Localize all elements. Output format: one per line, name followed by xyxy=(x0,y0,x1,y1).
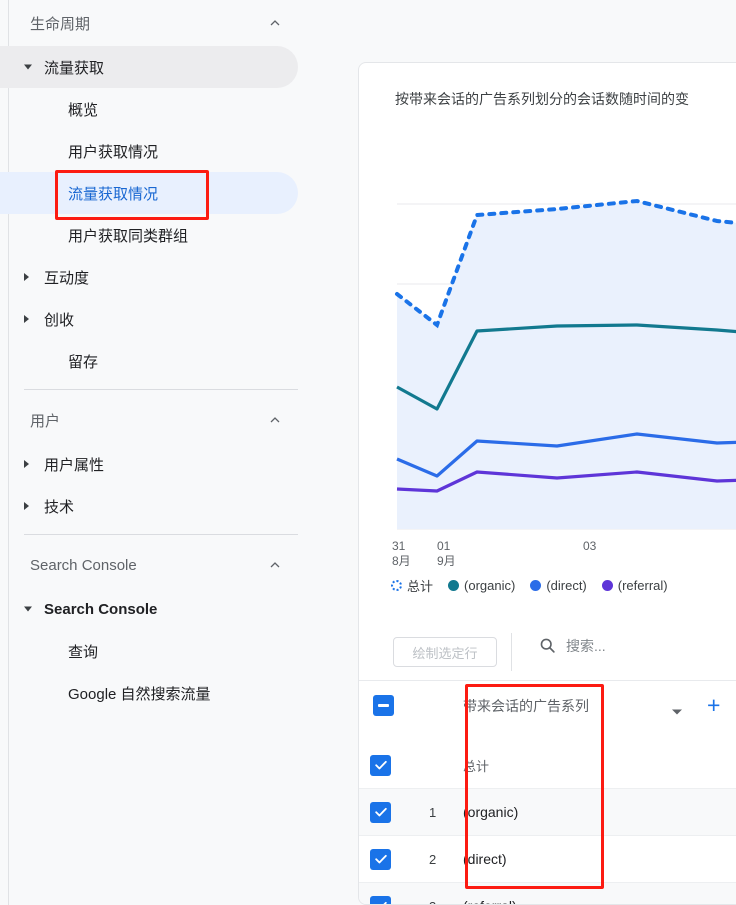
dimension-column-header[interactable]: 带来会话的广告系列 xyxy=(463,696,589,716)
sidebar-item-search-console-group[interactable]: Search Console xyxy=(0,588,298,630)
circle-icon xyxy=(448,580,460,591)
sidebar-item-label: 流量获取 xyxy=(44,59,105,77)
table-header-row: 带来会话的广告系列 + xyxy=(359,681,736,729)
report-card: 按带来会话的广告系列划分的会话数随时间的变 31 8月 01 9月 03 总计 … xyxy=(358,62,736,905)
chevron-down-icon[interactable] xyxy=(671,703,683,721)
row-checkbox[interactable] xyxy=(370,754,391,776)
x-tick-month: 9月 xyxy=(437,554,456,568)
x-tick-month: 8月 xyxy=(392,554,411,568)
row-index: 3 xyxy=(429,899,436,905)
minus-checkbox-icon[interactable] xyxy=(373,695,394,716)
toolbar-divider xyxy=(511,633,512,671)
sidebar-item-label: 用户获取情况 xyxy=(68,143,159,161)
legend-label: (referral) xyxy=(617,578,668,593)
sidebar-item-traffic-acquisition[interactable]: 流量获取情况 xyxy=(0,172,298,214)
sidebar-item-overview[interactable]: 概览 xyxy=(0,88,298,130)
sidebar-item-user-attributes-group[interactable]: 用户属性 xyxy=(0,443,298,485)
legend-item-referral[interactable]: (referral) xyxy=(601,578,668,593)
legend-label: (organic) xyxy=(464,578,516,593)
sidebar-item-tech-group[interactable]: 技术 xyxy=(0,485,298,527)
sidebar-section-label-lifecycle: 生命周期 xyxy=(30,15,91,33)
triangle-right-icon xyxy=(24,460,29,468)
sidebar-item-user-acquisition-cohorts[interactable]: 用户获取同类群组 xyxy=(0,214,298,256)
plus-icon[interactable]: + xyxy=(707,694,720,717)
triangle-right-icon xyxy=(24,502,29,510)
main-content-area: 按带来会话的广告系列划分的会话数随时间的变 31 8月 01 9月 03 总计 … xyxy=(352,0,736,905)
x-tick-day: 31 xyxy=(392,539,406,553)
legend-item-organic[interactable]: (organic) xyxy=(448,578,515,593)
row-index: 1 xyxy=(429,804,437,820)
sidebar-section-header-lifecycle[interactable]: 生命周期 xyxy=(0,0,298,46)
chevron-up-icon xyxy=(268,558,282,572)
sidebar-item-label: 概览 xyxy=(68,101,99,119)
sidebar-item-label: 创收 xyxy=(44,311,75,329)
sidebar-section-header-search-console[interactable]: Search Console xyxy=(0,542,298,588)
triangle-down-icon xyxy=(24,606,32,612)
table-row[interactable]: 1 (organic) xyxy=(359,789,736,836)
sidebar-item-traffic-acquisition-group[interactable]: 流量获取 xyxy=(0,46,298,88)
sidebar-item-label: Search Console xyxy=(44,600,158,618)
search-input[interactable] xyxy=(566,637,716,654)
table-row[interactable]: 3 (referral) xyxy=(359,883,736,905)
sidebar-item-label: Google 自然搜索流量 xyxy=(68,685,211,703)
legend-item-direct[interactable]: (direct) xyxy=(530,578,587,593)
legend-label: 总计 xyxy=(407,579,434,594)
chart-legend: 总计 (organic) (direct) (referral) xyxy=(391,576,677,595)
left-navigation-sidebar: 生命周期 流量获取 概览 用户获取情况 流量获取情况 用户获取同类群组 互动度 … xyxy=(0,0,352,905)
row-index: 2 xyxy=(429,851,437,867)
sidebar-section-label-search-console: Search Console xyxy=(30,556,137,574)
sidebar-item-monetization-group[interactable]: 创收 xyxy=(0,298,298,340)
dotted-circle-icon xyxy=(391,580,402,591)
sidebar-item-label: 互动度 xyxy=(44,269,90,287)
sidebar-item-label: 用户属性 xyxy=(44,456,105,474)
circle-icon xyxy=(530,580,542,591)
sidebar-item-engagement-group[interactable]: 互动度 xyxy=(0,256,298,298)
sidebar-item-label: 用户获取同类群组 xyxy=(68,227,189,245)
row-name: (referral) xyxy=(463,898,517,904)
search-box[interactable] xyxy=(539,637,716,654)
x-tick-day: 01 xyxy=(437,539,451,553)
table-row[interactable]: 总计 xyxy=(359,742,736,789)
sidebar-item-retention[interactable]: 留存 xyxy=(0,340,298,382)
row-checkbox[interactable] xyxy=(370,895,391,904)
triangle-right-icon xyxy=(24,273,29,281)
sidebar-item-label: 查询 xyxy=(68,643,99,661)
sidebar-item-queries[interactable]: 查询 xyxy=(0,630,298,672)
sidebar-divider xyxy=(24,389,298,390)
triangle-right-icon xyxy=(24,315,29,323)
row-name: 总计 xyxy=(463,758,490,774)
table-row[interactable]: 2 (direct) xyxy=(359,836,736,883)
x-tick-day: 03 xyxy=(583,539,597,553)
search-icon xyxy=(539,637,556,654)
sidebar-item-user-acquisition[interactable]: 用户获取情况 xyxy=(0,130,298,172)
plot-selected-rows-button[interactable]: 绘制选定行 xyxy=(393,637,497,667)
circle-icon xyxy=(601,580,613,591)
chart-svg xyxy=(395,198,736,530)
chart-title: 按带来会话的广告系列划分的会话数随时间的变 xyxy=(395,91,689,107)
chart-area-fill xyxy=(397,201,736,529)
sidebar-item-google-organic-search-traffic[interactable]: Google 自然搜索流量 xyxy=(0,672,298,714)
legend-item-total[interactable]: 总计 xyxy=(391,576,433,595)
app-root: 生命周期 流量获取 概览 用户获取情况 流量获取情况 用户获取同类群组 互动度 … xyxy=(0,0,736,905)
row-name: (direct) xyxy=(463,851,507,867)
triangle-down-icon xyxy=(24,64,32,70)
table-toolbar: 绘制选定行 xyxy=(359,623,736,681)
row-name: (organic) xyxy=(463,804,519,820)
row-checkbox[interactable] xyxy=(370,848,391,870)
chevron-up-icon xyxy=(268,16,282,30)
sidebar-section-label-user: 用户 xyxy=(30,412,61,430)
legend-label: (direct) xyxy=(546,578,587,593)
sidebar-item-label: 流量获取情况 xyxy=(68,185,159,203)
sidebar-item-label: 技术 xyxy=(44,498,75,516)
sidebar-divider xyxy=(24,534,298,535)
chevron-up-icon xyxy=(268,413,282,427)
chart-x-axis: 31 8月 01 9月 03 xyxy=(359,537,736,575)
sessions-over-time-chart: 31 8月 01 9月 03 xyxy=(359,131,736,568)
sidebar-section-header-user[interactable]: 用户 xyxy=(0,397,298,443)
row-checkbox[interactable] xyxy=(370,801,391,823)
sidebar-item-label: 留存 xyxy=(68,353,99,371)
